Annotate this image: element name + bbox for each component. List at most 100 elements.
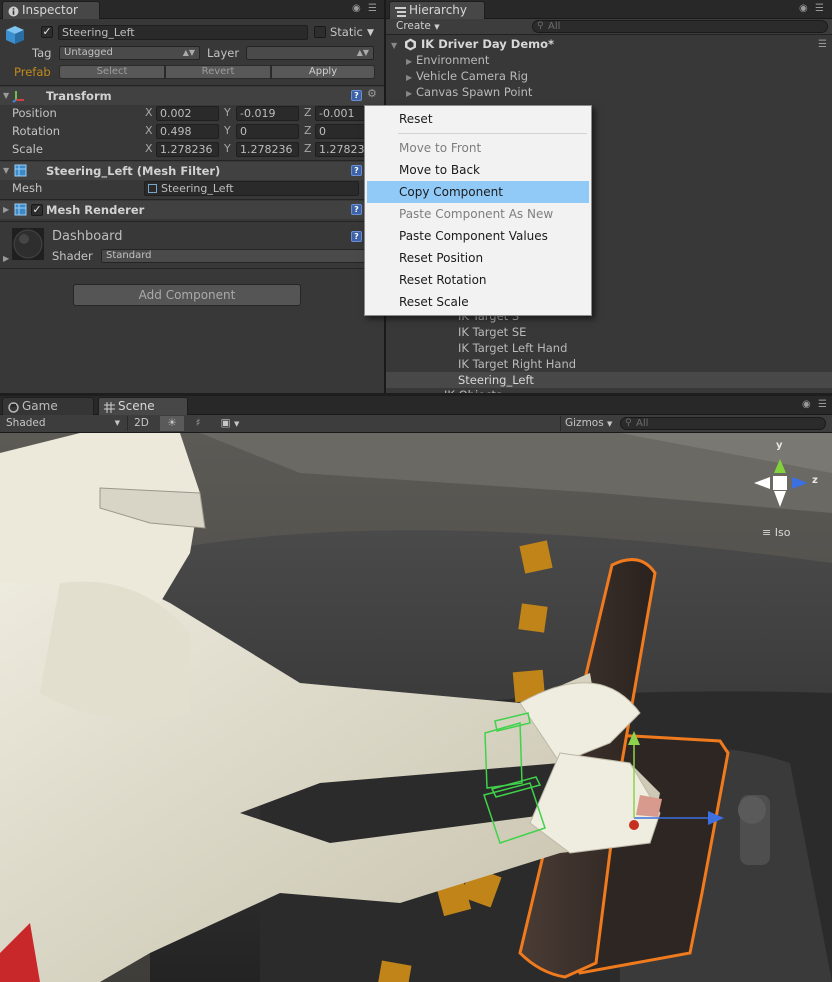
shading-mode-dropdown[interactable]: Shaded ▼ xyxy=(6,416,124,431)
mesh-renderer-header[interactable]: ▶ ✓ Mesh Renderer ? xyxy=(0,201,384,219)
expand-arrow-icon[interactable]: ▼ xyxy=(391,41,397,50)
help-icon[interactable]: ? xyxy=(351,90,362,101)
tab-hierarchy[interactable]: Hierarchy xyxy=(389,1,485,19)
prefab-select-button[interactable]: Select xyxy=(59,65,165,79)
divider xyxy=(0,160,384,161)
divider xyxy=(0,268,384,269)
prefab-apply-button[interactable]: Apply xyxy=(271,65,375,79)
fold-arrow-icon[interactable]: ▼ xyxy=(3,91,9,100)
effects-toggle-icon[interactable]: ▣ ▼ xyxy=(214,416,246,431)
rotation-y-label: Y xyxy=(224,124,231,137)
scale-x-label: X xyxy=(145,142,153,155)
menu-item-reset-scale[interactable]: Reset Scale xyxy=(367,291,589,313)
dropdown-arrow-icon: ▲▼ xyxy=(182,48,195,57)
mesh-object-field[interactable]: Steering_Left xyxy=(144,181,359,196)
menu-item-move-to-front[interactable]: Move to Front xyxy=(367,137,589,159)
static-dropdown-icon[interactable]: ▼ xyxy=(367,28,374,38)
panel-menu-icon[interactable]: ☰ xyxy=(368,4,377,14)
help-icon[interactable]: ? xyxy=(351,165,362,176)
hierarchy-search-input[interactable]: ⚲ All xyxy=(532,20,828,33)
transform-header[interactable]: ▼ Transform ? ⚙ xyxy=(0,87,384,105)
hierarchy-selected-row[interactable]: Steering_Left xyxy=(386,372,832,388)
mesh-grid-icon xyxy=(148,184,157,193)
scale-y-label: Y xyxy=(224,142,231,155)
hierarchy-item-ik-objects[interactable]: IK Objects xyxy=(444,388,502,393)
hierarchy-item-vehicle-camera-rig[interactable]: Vehicle Camera Rig xyxy=(416,69,528,83)
fold-arrow-icon[interactable]: ▼ xyxy=(3,166,9,175)
scene-root-label[interactable]: IK Driver Day Demo* xyxy=(421,37,554,51)
hierarchy-item-environment[interactable]: Environment xyxy=(416,53,489,67)
scale-x-field[interactable]: 1.278236 xyxy=(156,142,219,157)
orientation-gizmo[interactable]: y z xyxy=(748,439,824,519)
object-name-field[interactable]: Steering_Left xyxy=(58,25,308,40)
scene-search-input[interactable]: ⚲ All xyxy=(620,417,826,430)
tab-inspector[interactable]: Inspector xyxy=(2,1,100,19)
tag-dropdown[interactable]: Untagged ▲▼ xyxy=(59,46,200,60)
help-icon[interactable]: ? xyxy=(351,204,362,215)
hierarchy-search-placeholder: All xyxy=(548,21,561,32)
hierarchy-item-ik-target-right-hand[interactable]: IK Target Right Hand xyxy=(458,357,576,371)
tab-scene[interactable]: Scene xyxy=(98,397,188,415)
menu-item-paste-component-values[interactable]: Paste Component Values xyxy=(367,225,589,247)
tag-label: Tag xyxy=(32,46,52,60)
mesh-filter-header[interactable]: ▼ Steering_Left (Mesh Filter) ? xyxy=(0,162,384,180)
position-y-field[interactable]: -0.019 xyxy=(236,106,299,121)
lighting-toggle-icon[interactable]: ☀ xyxy=(160,416,184,431)
scene-viewport[interactable]: y z ≡ Iso xyxy=(0,433,832,982)
hierarchy-item-ik-target-left-hand[interactable]: IK Target Left Hand xyxy=(458,341,567,355)
expand-arrow-icon[interactable]: ▶ xyxy=(406,73,412,82)
shading-mode-value: Shaded xyxy=(6,417,46,429)
layer-dropdown[interactable]: ▲▼ xyxy=(246,46,374,60)
lock-icon[interactable]: ◉ xyxy=(352,4,361,14)
shader-label: Shader xyxy=(52,249,93,263)
mesh-filter-icon xyxy=(14,164,27,177)
gizmos-dropdown[interactable]: Gizmos ▼ xyxy=(560,416,614,431)
gizmo-z-label: z xyxy=(812,475,818,486)
projection-toggle[interactable]: ≡ Iso xyxy=(762,526,790,539)
rotation-y-field[interactable]: 0 xyxy=(236,124,299,139)
audio-toggle-icon[interactable]: ♯ xyxy=(186,416,210,431)
menu-item-move-to-back[interactable]: Move to Back xyxy=(367,159,589,181)
menu-item-reset-position[interactable]: Reset Position xyxy=(367,247,589,269)
gizmo-y-label: y xyxy=(776,440,783,451)
menu-separator xyxy=(398,133,587,134)
lock-icon[interactable]: ◉ xyxy=(802,400,811,410)
expand-arrow-icon[interactable]: ▶ xyxy=(406,57,412,66)
create-button[interactable]: Create ▼ xyxy=(396,20,440,32)
divider xyxy=(0,221,384,222)
shader-dropdown[interactable]: Standard xyxy=(101,249,376,263)
hierarchy-item-canvas-spawn-point[interactable]: Canvas Spawn Point xyxy=(416,85,532,99)
menu-item-reset-rotation[interactable]: Reset Rotation xyxy=(367,269,589,291)
menu-item-copy-component[interactable]: Copy Component xyxy=(367,181,589,203)
mesh-filter-title: Steering_Left (Mesh Filter) xyxy=(46,164,221,178)
tab-game[interactable]: Game xyxy=(2,397,94,415)
menu-item-paste-component-as-new[interactable]: Paste Component As New xyxy=(367,203,589,225)
mode-2d-toggle[interactable]: 2D xyxy=(127,416,155,431)
scale-y-field[interactable]: 1.278236 xyxy=(236,142,299,157)
hierarchy-item-ik-target-se[interactable]: IK Target SE xyxy=(458,325,526,339)
expand-arrow-icon[interactable]: ▶ xyxy=(406,89,412,98)
scale-label: Scale xyxy=(12,142,43,156)
prefab-revert-button[interactable]: Revert xyxy=(165,65,271,79)
lock-icon[interactable]: ◉ xyxy=(799,4,808,14)
inspector-panel: Inspector ◉ ☰ ✓ Steering_Left Static ▼ T… xyxy=(0,0,384,393)
rotation-x-field[interactable]: 0.498 xyxy=(156,124,219,139)
active-checkbox[interactable]: ✓ xyxy=(41,26,53,38)
help-icon[interactable]: ? xyxy=(351,231,362,242)
add-component-button[interactable]: Add Component xyxy=(73,284,301,306)
gear-icon[interactable]: ⚙ xyxy=(367,88,377,99)
static-checkbox[interactable] xyxy=(314,26,326,38)
panel-menu-icon[interactable]: ☰ xyxy=(818,400,827,410)
fold-arrow-icon[interactable]: ▶ xyxy=(3,205,9,214)
menu-item-reset[interactable]: Reset xyxy=(367,108,589,130)
mesh-renderer-enabled-checkbox[interactable]: ✓ xyxy=(31,204,43,216)
scene-menu-icon[interactable]: ☰ xyxy=(818,40,827,50)
panel-menu-icon[interactable]: ☰ xyxy=(815,4,824,14)
layer-label: Layer xyxy=(207,46,240,60)
position-x-field[interactable]: 0.002 xyxy=(156,106,219,121)
tag-value: Untagged xyxy=(64,47,113,58)
scene-search-placeholder: All xyxy=(636,418,649,429)
fold-arrow-icon[interactable]: ▶ xyxy=(3,254,9,263)
position-x-label: X xyxy=(145,106,153,119)
dropdown-arrow-icon: ▲▼ xyxy=(356,48,369,57)
